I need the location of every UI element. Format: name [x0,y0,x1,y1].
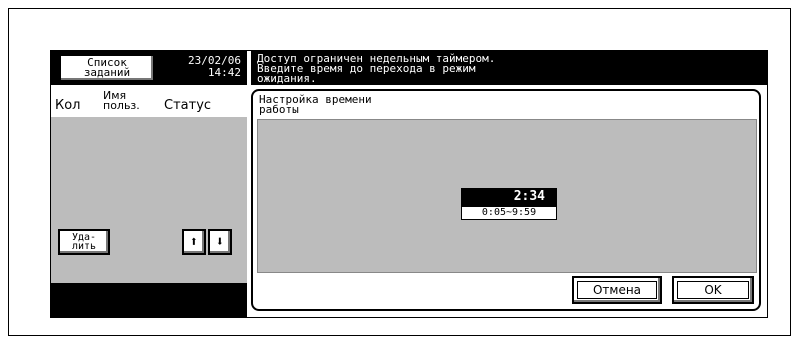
job-list-label-2: заданий [83,66,131,79]
column-count: Кол [55,98,81,113]
scroll-down-button[interactable]: ⬇ [209,230,231,254]
time-text: 14:42 [207,66,241,79]
scroll-up-button[interactable]: ⬆ [183,230,205,254]
message-line-3: ожидания. [257,72,317,85]
left-header: Список заданий 23/02/06 14:42 [51,51,247,85]
job-list-area: Уда- лить ⬆ ⬇ [51,117,247,283]
ok-label: OK [704,283,722,297]
arrow-up-icon: ⬆ [189,234,199,250]
control-panel: Список заданий 23/02/06 14:42 Доступ огра… [50,50,768,318]
time-value-field[interactable]: 2:34 [461,188,557,206]
datetime: 23/02/06 14:42 [188,55,241,79]
delete-button[interactable]: Уда- лить [59,230,109,254]
dialog-title: Настройка времени работы [259,94,372,116]
column-user: Имя польз. [103,90,140,112]
column-user-line-2: польз. [103,99,140,112]
time-range: 0:05~9:59 [461,206,557,220]
delete-label-2: лить [71,241,97,252]
dialog-title-line-2: работы [259,103,299,116]
status-message: Доступ ограничен недельным таймером. Вве… [251,51,767,85]
job-list-header: Кол Имя польз. Статус [51,87,247,117]
cancel-label: Отмена [592,283,642,297]
message-line-2: Введите время до перехода в режим [257,62,476,75]
ok-button[interactable]: OK [673,277,753,303]
cancel-button[interactable]: Отмена [573,277,661,303]
column-status: Статус [164,98,212,113]
job-list-panel: Кол Имя польз. Статус Уда- лить ⬆ ⬇ [51,87,247,283]
left-footer [51,283,247,317]
time-setting-area: 2:34 0:05~9:59 [257,119,757,273]
settings-panel: Настройка времени работы 2:34 0:05~9:59 … [249,87,767,317]
arrow-down-icon: ⬇ [215,234,225,250]
settings-dialog: Настройка времени работы 2:34 0:05~9:59 … [251,89,761,311]
job-list-button[interactable]: Список заданий [60,55,154,81]
